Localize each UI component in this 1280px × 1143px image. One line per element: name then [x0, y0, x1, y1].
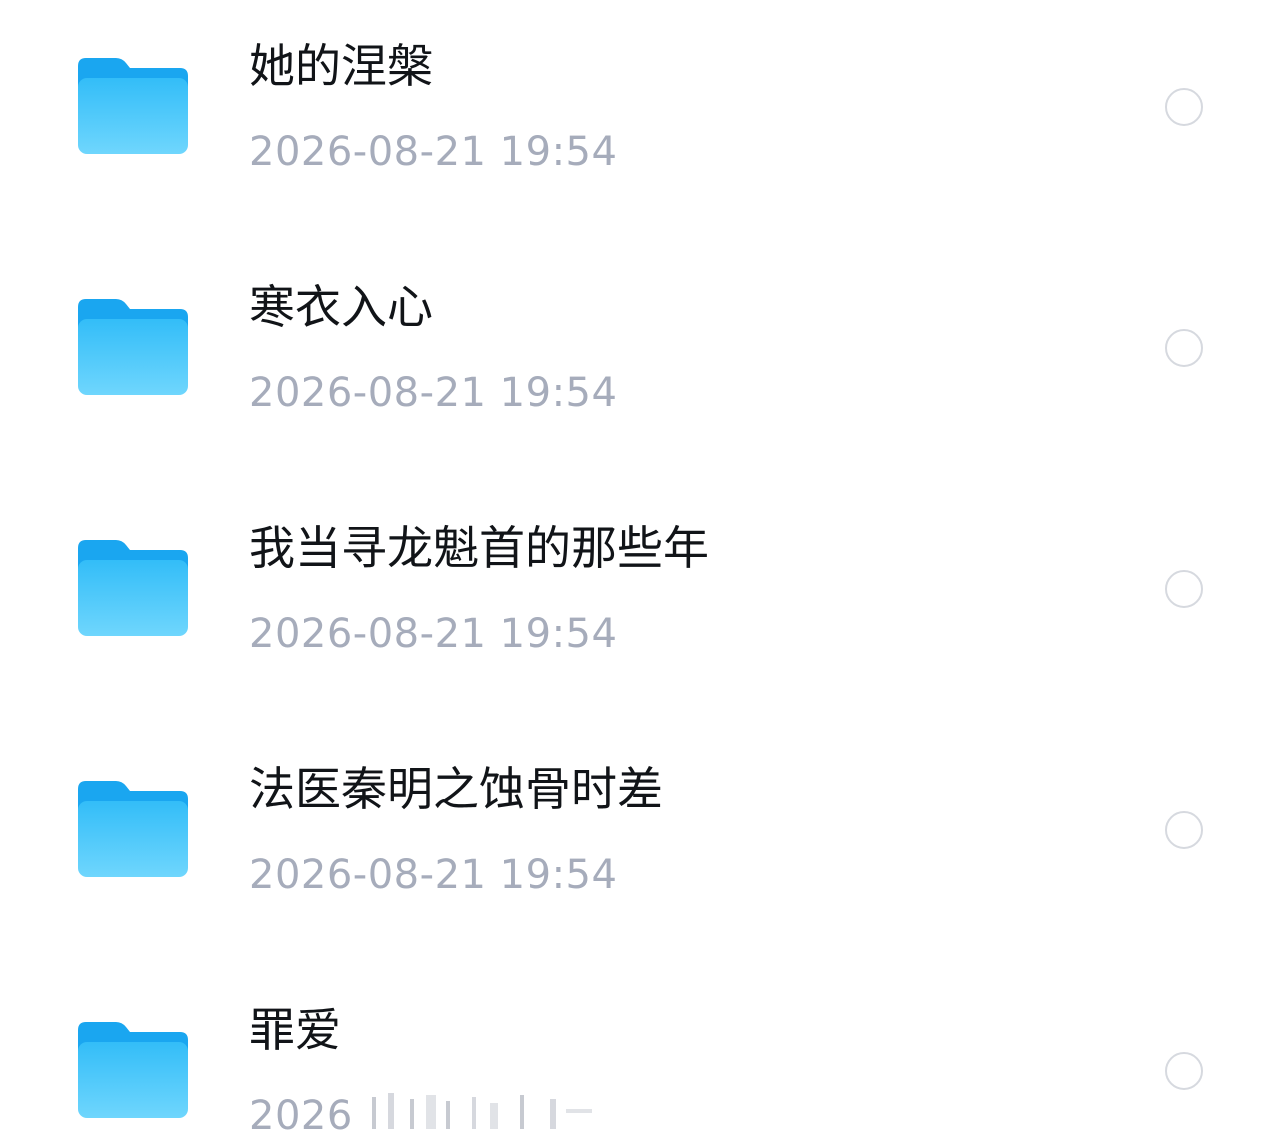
folder-icon — [78, 1022, 188, 1118]
select-radio[interactable] — [1165, 811, 1203, 849]
folder-icon — [78, 540, 188, 636]
folder-timestamp: 2026 — [249, 1093, 353, 1139]
folder-row[interactable]: 寒衣入心 2026-08-21 19:54 — [0, 241, 1280, 482]
select-radio[interactable] — [1165, 1052, 1203, 1090]
folder-name: 我当寻龙魁首的那些年 — [249, 521, 709, 575]
select-radio[interactable] — [1165, 88, 1203, 126]
folder-name: 寒衣入心 — [249, 280, 433, 334]
folder-timestamp: 2026-08-21 19:54 — [249, 370, 618, 416]
folder-row[interactable]: 她的涅槃 2026-08-21 19:54 — [0, 0, 1280, 241]
folder-name: 法医秦明之蚀骨时差 — [249, 762, 663, 816]
folder-row[interactable]: 法医秦明之蚀骨时差 2026-08-21 19:54 — [0, 723, 1280, 964]
select-radio[interactable] — [1165, 570, 1203, 608]
folder-timestamp: 2026-08-21 19:54 — [249, 611, 618, 657]
folder-name: 她的涅槃 — [249, 39, 433, 93]
folder-row[interactable]: 罪爱 2026 — [0, 964, 1280, 1143]
folder-list: 她的涅槃 2026-08-21 19:54 寒衣入心 2026-08-21 19… — [0, 0, 1280, 1143]
select-radio[interactable] — [1165, 329, 1203, 367]
folder-icon — [78, 299, 188, 395]
folder-timestamp: 2026-08-21 19:54 — [249, 129, 618, 175]
folder-icon — [78, 58, 188, 154]
watermark-graphic — [360, 1093, 600, 1133]
folder-timestamp: 2026-08-21 19:54 — [249, 852, 618, 898]
folder-icon — [78, 781, 188, 877]
folder-name: 罪爱 — [249, 1003, 341, 1057]
folder-row[interactable]: 我当寻龙魁首的那些年 2026-08-21 19:54 — [0, 482, 1280, 723]
